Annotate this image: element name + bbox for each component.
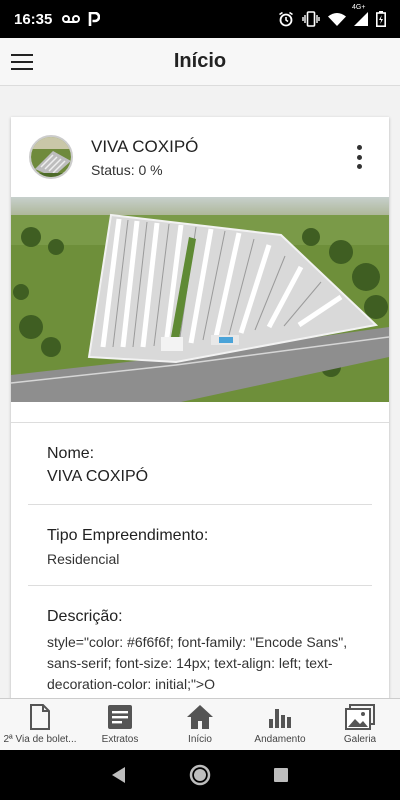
alarm-icon (279, 11, 293, 27)
tab-boleto[interactable]: 2ª Via de bolet... (0, 699, 80, 750)
project-avatar (29, 135, 73, 179)
page-title: Início (173, 50, 227, 72)
project-name: VIVA COXIPÓ (91, 136, 199, 156)
name-value: VIVA COXIPÓ (47, 468, 149, 485)
description-field: Descrição: style="color: #6f6f6f; font-f… (28, 586, 372, 698)
project-hero-image (11, 197, 389, 402)
parking-icon (89, 12, 101, 26)
tab-inicio[interactable]: Início (160, 699, 240, 750)
project-card: VIVA COXIPÓ Status: 0 % Nome: VIVA COXIP… (11, 117, 389, 698)
signal-4g-icon (354, 12, 368, 26)
network-label: 4G+ (352, 4, 366, 11)
tab-label-inicio: Início (188, 734, 212, 745)
bar-chart-icon (265, 703, 295, 731)
tab-extratos[interactable]: Extratos (80, 699, 160, 750)
statement-icon (105, 703, 135, 731)
back-icon[interactable] (110, 766, 128, 784)
tab-label-andamento: Andamento (254, 734, 306, 745)
voicemail-icon (62, 15, 81, 23)
status-time: 16:35 (14, 10, 53, 28)
recents-icon[interactable] (272, 766, 290, 784)
app-header: Início (0, 38, 400, 86)
tab-andamento[interactable]: Andamento (240, 699, 320, 750)
project-details: Nome: VIVA COXIPÓ Tipo Empreendimento: R… (11, 423, 389, 698)
gallery-icon (345, 703, 375, 731)
wifi-icon (328, 13, 346, 26)
name-label: Nome: (47, 445, 95, 462)
system-nav-bar (0, 750, 400, 800)
description-value: style="color: #6f6f6f; font-family: "Enc… (47, 634, 348, 692)
document-icon (25, 703, 55, 731)
type-label: Tipo Empreendimento: (47, 527, 209, 544)
description-label: Descrição: (47, 608, 123, 625)
tab-label-boleto: 2ª Via de bolet... (3, 734, 77, 745)
type-field: Tipo Empreendimento: Residencial (28, 505, 372, 586)
hamburger-menu-icon[interactable] (0, 38, 44, 86)
project-status: Status: 0 % (91, 161, 163, 178)
home-circle-icon[interactable] (188, 763, 212, 787)
home-icon (185, 703, 215, 731)
bottom-tab-bar: 2ª Via de bolet... Extratos Início Andam… (0, 698, 400, 750)
status-bar: 16:35 4G+ (0, 0, 400, 38)
vibrate-icon (302, 11, 320, 27)
tab-label-galeria: Galeria (343, 734, 377, 745)
more-vertical-icon[interactable] (351, 145, 367, 169)
main-content[interactable]: VIVA COXIPÓ Status: 0 % Nome: VIVA COXIP… (0, 86, 400, 698)
battery-icon (376, 11, 386, 27)
tab-label-extratos: Extratos (101, 734, 139, 745)
card-header: VIVA COXIPÓ Status: 0 % (11, 117, 389, 197)
tab-galeria[interactable]: Galeria (320, 699, 400, 750)
name-field: Nome: VIVA COXIPÓ (28, 423, 372, 505)
type-value: Residencial (47, 551, 120, 567)
